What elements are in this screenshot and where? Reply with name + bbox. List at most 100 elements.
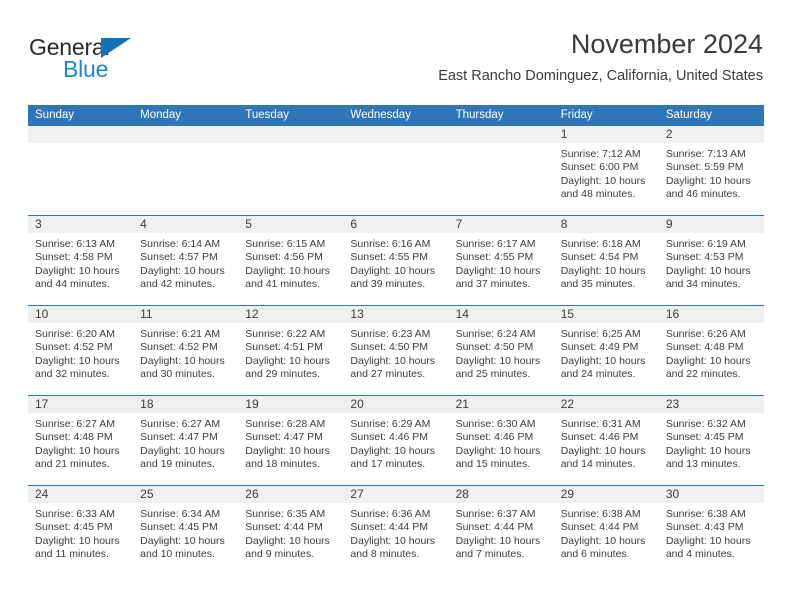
calendar-day-cell[interactable]: 10 Sunrise: 6:20 AM Sunset: 4:52 PM Dayligh… [28,305,134,396]
day-details: Sunrise: 6:33 AM Sunset: 4:45 PM Daylight:… [28,503,133,562]
day-number: 1 [553,126,659,143]
calendar-day-cell[interactable]: 21 Sunrise: 6:30 AM Sunset: 4:46 PM Dayligh… [448,395,554,486]
daylight-duration-line2: and 27 minutes. [350,368,426,381]
day-details: Sunrise: 6:27 AM Sunset: 4:48 PM Daylight:… [28,413,133,472]
calendar-day-cell[interactable]: 2 Sunrise: 7:13 AM Sunset: 5:59 PM Daylight… [658,126,764,216]
calendar-day-cell[interactable]: 29 Sunrise: 6:38 AM Sunset: 4:44 PM Dayligh… [553,485,659,575]
day-number: 27 [343,486,449,503]
day-number: 10 [28,306,134,323]
generalblue-logo[interactable]: General Blue [29,34,259,84]
sunrise-time: Sunrise: 6:30 AM [455,418,536,430]
daylight-duration-line2: and 18 minutes. [245,458,320,471]
calendar-day-cell[interactable]: 4 Sunrise: 6:14 AM Sunset: 4:57 PM Daylight… [133,215,239,306]
sunrise-time: Sunrise: 6:26 AM [665,328,746,340]
daylight-duration-line1: Daylight: 10 hours [140,444,225,457]
calendar-day-cell[interactable]: 15 Sunrise: 6:25 AM Sunset: 4:49 PM Dayligh… [553,305,659,396]
calendar-day-cell[interactable]: 27 Sunrise: 6:36 AM Sunset: 4:44 PM Dayligh… [343,485,449,575]
calendar-day-cell[interactable]: 16 Sunrise: 6:26 AM Sunset: 4:48 PM Dayligh… [658,305,764,396]
daylight-duration-line1: Daylight: 10 hours [455,354,541,367]
calendar-day-cell[interactable]: 5 Sunrise: 6:15 AM Sunset: 4:56 PM Daylight… [238,215,344,306]
calendar-day-cell[interactable]: 22 Sunrise: 6:31 AM Sunset: 4:46 PM Dayligh… [553,395,659,486]
calendar-day-cell[interactable]: 11 Sunrise: 6:21 AM Sunset: 4:52 PM Dayligh… [133,305,239,396]
day-number: 17 [28,396,134,413]
sunset-time: Sunset: 4:56 PM [245,251,323,264]
daylight-duration-line2: and 46 minutes. [665,188,741,201]
sunrise-time: Sunrise: 6:19 AM [665,238,746,250]
daylight-duration-line2: and 48 minutes. [560,188,636,201]
calendar-day-cell[interactable]: 26 Sunrise: 6:35 AM Sunset: 4:44 PM Dayligh… [238,485,344,575]
calendar-day-cell[interactable]: 20 Sunrise: 6:29 AM Sunset: 4:46 PM Dayligh… [343,395,449,486]
logo-text-blue: Blue [63,56,109,82]
daylight-duration-line1: Daylight: 10 hours [560,354,646,367]
calendar-body: 1 Sunrise: 7:12 AM Sunset: 6:00 PM Daylight… [28,126,764,575]
calendar-day-cell[interactable]: 6 Sunrise: 6:16 AM Sunset: 4:55 PM Daylight… [343,215,449,306]
day-number: 23 [658,396,764,413]
calendar-day-cell[interactable]: 3 Sunrise: 6:13 AM Sunset: 4:58 PM Daylight… [28,215,134,306]
calendar-day-cell[interactable]: 12 Sunrise: 6:22 AM Sunset: 4:51 PM Dayligh… [238,305,344,396]
calendar-day-cell[interactable]: 1 Sunrise: 7:12 AM Sunset: 6:00 PM Daylight… [553,126,659,216]
calendar-day-cell[interactable]: 18 Sunrise: 6:27 AM Sunset: 4:47 PM Dayligh… [133,395,239,486]
daylight-duration-line1: Daylight: 10 hours [35,354,120,367]
calendar-day-cell[interactable]: 28 Sunrise: 6:37 AM Sunset: 4:44 PM Dayligh… [448,485,554,575]
day-number: 5 [238,216,344,233]
daylight-duration-line1: Daylight: 10 hours [350,534,436,547]
daylight-duration-line1: Daylight: 10 hours [350,354,436,367]
calendar-day-cell[interactable]: 8 Sunrise: 6:18 AM Sunset: 4:54 PM Daylight… [553,215,659,306]
calendar-day-cell[interactable]: 25 Sunrise: 6:34 AM Sunset: 4:45 PM Dayligh… [133,485,239,575]
day-number: 24 [28,486,134,503]
logo-triangle-icon [101,38,131,58]
day-details: Sunrise: 6:24 AM Sunset: 4:50 PM Daylight:… [449,323,554,382]
day-number: 13 [343,306,449,323]
calendar-day-cell[interactable]: 7 Sunrise: 6:17 AM Sunset: 4:55 PM Daylight… [448,215,554,306]
daylight-duration-line2: and 35 minutes. [560,278,636,291]
sunset-time: Sunset: 4:46 PM [560,431,639,444]
daylight-duration-line1: Daylight: 10 hours [665,264,751,277]
daylight-duration-line2: and 11 minutes. [35,548,109,561]
day-details: Sunrise: 6:28 AM Sunset: 4:47 PM Daylight:… [238,413,343,472]
day-number [343,126,449,143]
sunrise-time: Sunrise: 6:27 AM [35,418,115,430]
day-details: Sunrise: 6:15 AM Sunset: 4:56 PM Daylight:… [238,233,343,292]
sunrise-time: Sunrise: 6:14 AM [140,238,221,250]
sunrise-time: Sunrise: 7:13 AM [665,148,746,160]
sunrise-time: Sunrise: 6:29 AM [350,418,431,430]
sunrise-time: Sunrise: 6:13 AM [35,238,115,250]
sunrise-time: Sunrise: 6:36 AM [350,508,431,520]
calendar-day-cell[interactable]: 9 Sunrise: 6:19 AM Sunset: 4:53 PM Daylight… [658,215,764,306]
daylight-duration-line2: and 13 minutes. [665,458,741,471]
day-number: 29 [553,486,659,503]
day-details: Sunrise: 6:29 AM Sunset: 4:46 PM Daylight:… [343,413,448,472]
page-title: November 2024 [570,29,763,59]
calendar-day-cell-empty [28,126,134,216]
day-number: 6 [343,216,449,233]
calendar-week-row: 17 Sunrise: 6:27 AM Sunset: 4:48 PM Dayligh… [28,395,764,486]
sunrise-time: Sunrise: 6:38 AM [560,508,641,520]
sunset-time: Sunset: 4:52 PM [35,341,113,354]
daylight-duration-line1: Daylight: 10 hours [35,534,120,547]
daylight-duration-line1: Daylight: 10 hours [560,534,646,547]
sunset-time: Sunset: 4:51 PM [245,341,323,354]
calendar-day-cell[interactable]: 13 Sunrise: 6:23 AM Sunset: 4:50 PM Dayligh… [343,305,449,396]
day-number: 9 [658,216,764,233]
calendar-day-cell[interactable]: 30 Sunrise: 6:38 AM Sunset: 4:43 PM Dayligh… [658,485,764,575]
sunrise-time: Sunrise: 6:23 AM [350,328,431,340]
day-number: 2 [658,126,764,143]
daylight-duration-line2: and 21 minutes. [35,458,110,471]
calendar-week-row: 24 Sunrise: 6:33 AM Sunset: 4:45 PM Dayligh… [28,485,764,575]
daylight-duration-line1: Daylight: 10 hours [140,354,225,367]
daylight-duration-line2: and 17 minutes. [350,458,426,471]
sunset-time: Sunset: 4:47 PM [140,431,218,444]
day-details: Sunrise: 6:31 AM Sunset: 4:46 PM Daylight:… [554,413,659,472]
calendar-day-cell[interactable]: 17 Sunrise: 6:27 AM Sunset: 4:48 PM Dayligh… [28,395,134,486]
daylight-duration-line1: Daylight: 10 hours [455,444,541,457]
daylight-duration-line2: and 24 minutes. [560,368,636,381]
sunset-time: Sunset: 4:52 PM [140,341,218,354]
calendar-day-cell[interactable]: 19 Sunrise: 6:28 AM Sunset: 4:47 PM Dayligh… [238,395,344,486]
day-number: 26 [238,486,344,503]
calendar-day-cell[interactable]: 23 Sunrise: 6:32 AM Sunset: 4:45 PM Dayligh… [658,395,764,486]
weekday-header-tuesday: Tuesday [238,105,344,126]
daylight-duration-line2: and 7 minutes. [455,548,525,561]
calendar-day-cell[interactable]: 24 Sunrise: 6:33 AM Sunset: 4:45 PM Dayligh… [28,485,134,575]
calendar-day-cell[interactable]: 14 Sunrise: 6:24 AM Sunset: 4:50 PM Dayligh… [448,305,554,396]
daylight-duration-line1: Daylight: 10 hours [140,264,225,277]
